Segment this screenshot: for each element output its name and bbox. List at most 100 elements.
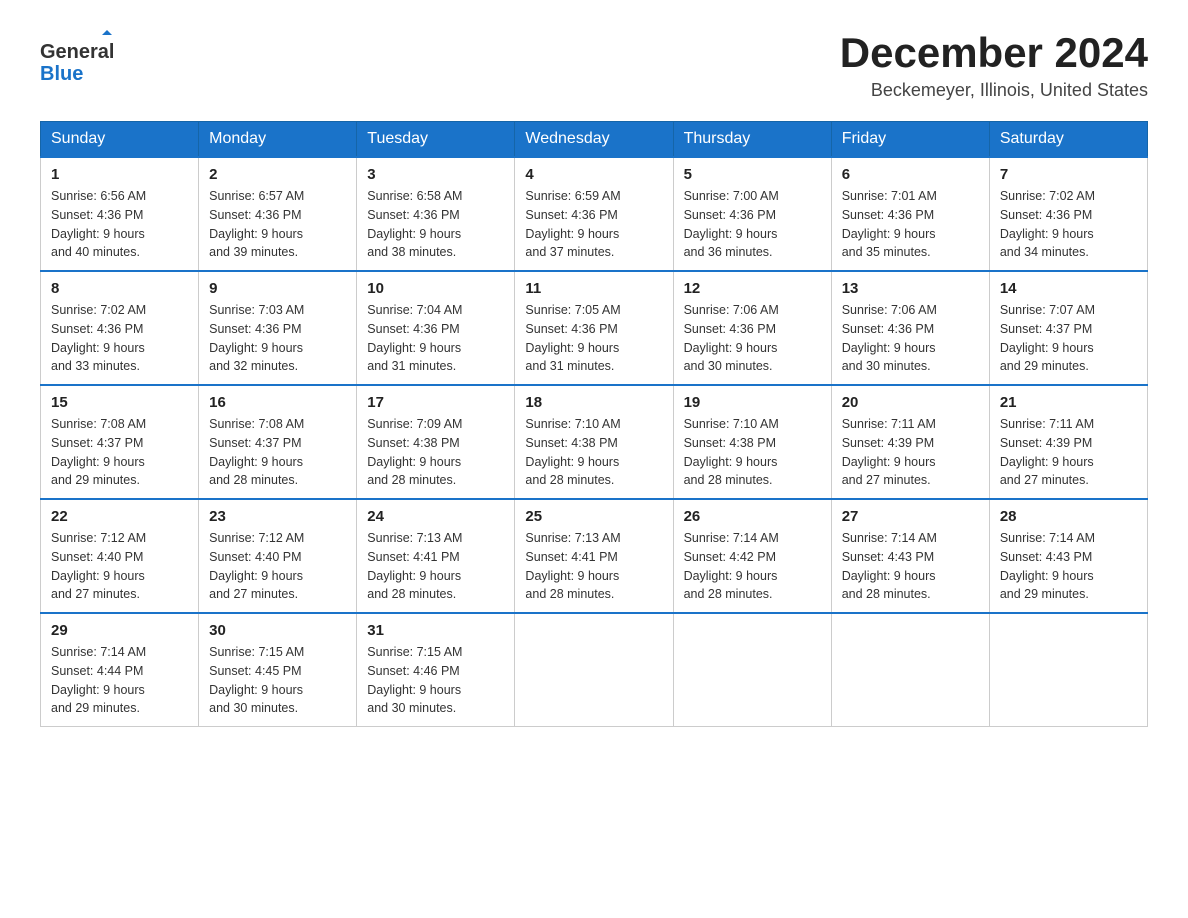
day-number: 31 xyxy=(367,622,504,639)
calendar-day-cell: 20Sunrise: 7:11 AMSunset: 4:39 PMDayligh… xyxy=(831,385,989,499)
day-number: 6 xyxy=(842,166,979,183)
calendar-week-row: 8Sunrise: 7:02 AMSunset: 4:36 PMDaylight… xyxy=(41,271,1148,385)
day-number: 20 xyxy=(842,394,979,411)
calendar-week-row: 29 Sunrise: 7:14 AMSunset: 4:44 PMDayligh… xyxy=(41,613,1148,727)
day-info: Sunrise: 7:02 AMSunset: 4:36 PMDaylight:… xyxy=(1000,187,1137,262)
calendar-day-cell: 19Sunrise: 7:10 AMSunset: 4:38 PMDayligh… xyxy=(673,385,831,499)
day-number: 22 xyxy=(51,508,188,525)
day-number: 11 xyxy=(525,280,662,297)
day-info: Sunrise: 7:08 AMSunset: 4:37 PMDaylight:… xyxy=(209,415,346,490)
location: Beckemeyer, Illinois, United States xyxy=(840,80,1148,101)
day-number: 14 xyxy=(1000,280,1137,297)
day-info: Sunrise: 7:00 AMSunset: 4:36 PMDaylight:… xyxy=(684,187,821,262)
day-number: 24 xyxy=(367,508,504,525)
day-number: 9 xyxy=(209,280,346,297)
calendar-day-cell xyxy=(515,613,673,727)
day-number: 28 xyxy=(1000,508,1137,525)
day-info: Sunrise: 7:06 AMSunset: 4:36 PMDaylight:… xyxy=(842,301,979,376)
day-number: 19 xyxy=(684,394,821,411)
calendar-day-cell: 15 Sunrise: 7:08 AMSunset: 4:37 PMDayligh… xyxy=(41,385,199,499)
calendar-day-cell: 10 Sunrise: 7:04 AMSunset: 4:36 PMDayligh… xyxy=(357,271,515,385)
day-number: 29 xyxy=(51,622,188,639)
calendar-day-cell: 18Sunrise: 7:10 AMSunset: 4:38 PMDayligh… xyxy=(515,385,673,499)
day-info: Sunrise: 7:10 AMSunset: 4:38 PMDaylight:… xyxy=(525,415,662,490)
calendar-day-cell: 1Sunrise: 6:56 AMSunset: 4:36 PMDaylight… xyxy=(41,157,199,271)
calendar-day-cell: 16 Sunrise: 7:08 AMSunset: 4:37 PMDayligh… xyxy=(199,385,357,499)
weekday-header: Saturday xyxy=(989,122,1147,158)
day-info: Sunrise: 7:04 AMSunset: 4:36 PMDaylight:… xyxy=(367,301,504,376)
day-info: Sunrise: 7:09 AMSunset: 4:38 PMDaylight:… xyxy=(367,415,504,490)
title-area: December 2024 Beckemeyer, Illinois, Unit… xyxy=(840,30,1148,101)
day-number: 5 xyxy=(684,166,821,183)
day-info: Sunrise: 7:15 AMSunset: 4:46 PMDaylight:… xyxy=(367,643,504,718)
calendar-day-cell: 11 Sunrise: 7:05 AMSunset: 4:36 PMDayligh… xyxy=(515,271,673,385)
day-info: Sunrise: 7:15 AMSunset: 4:45 PMDaylight:… xyxy=(209,643,346,718)
day-number: 7 xyxy=(1000,166,1137,183)
calendar-day-cell: 5 Sunrise: 7:00 AMSunset: 4:36 PMDaylight… xyxy=(673,157,831,271)
day-info: Sunrise: 7:01 AMSunset: 4:36 PMDaylight:… xyxy=(842,187,979,262)
calendar-day-cell: 27 Sunrise: 7:14 AMSunset: 4:43 PMDayligh… xyxy=(831,499,989,613)
day-info: Sunrise: 7:14 AMSunset: 4:42 PMDaylight:… xyxy=(684,529,821,604)
weekday-header: Friday xyxy=(831,122,989,158)
day-info: Sunrise: 7:05 AMSunset: 4:36 PMDaylight:… xyxy=(525,301,662,376)
calendar-day-cell: 9 Sunrise: 7:03 AMSunset: 4:36 PMDaylight… xyxy=(199,271,357,385)
calendar-day-cell: 3 Sunrise: 6:58 AMSunset: 4:36 PMDaylight… xyxy=(357,157,515,271)
weekday-header: Tuesday xyxy=(357,122,515,158)
day-info: Sunrise: 6:58 AMSunset: 4:36 PMDaylight:… xyxy=(367,187,504,262)
month-title: December 2024 xyxy=(840,30,1148,76)
svg-text:General: General xyxy=(40,41,114,63)
calendar-week-row: 15 Sunrise: 7:08 AMSunset: 4:37 PMDayligh… xyxy=(41,385,1148,499)
day-number: 26 xyxy=(684,508,821,525)
day-number: 13 xyxy=(842,280,979,297)
calendar-day-cell: 4Sunrise: 6:59 AMSunset: 4:36 PMDaylight… xyxy=(515,157,673,271)
day-info: Sunrise: 7:11 AMSunset: 4:39 PMDaylight:… xyxy=(1000,415,1137,490)
calendar-day-cell: 8Sunrise: 7:02 AMSunset: 4:36 PMDaylight… xyxy=(41,271,199,385)
calendar-day-cell: 2 Sunrise: 6:57 AMSunset: 4:36 PMDaylight… xyxy=(199,157,357,271)
calendar-week-row: 22 Sunrise: 7:12 AMSunset: 4:40 PMDayligh… xyxy=(41,499,1148,613)
page-header: General Blue December 2024 Beckemeyer, I… xyxy=(40,30,1148,101)
calendar-day-cell: 13 Sunrise: 7:06 AMSunset: 4:36 PMDayligh… xyxy=(831,271,989,385)
day-info: Sunrise: 7:13 AMSunset: 4:41 PMDaylight:… xyxy=(525,529,662,604)
logo: General Blue xyxy=(40,30,120,90)
svg-text:Blue: Blue xyxy=(40,63,83,85)
calendar-day-cell: 12Sunrise: 7:06 AMSunset: 4:36 PMDayligh… xyxy=(673,271,831,385)
calendar-table: SundayMondayTuesdayWednesdayThursdayFrid… xyxy=(40,121,1148,727)
calendar-day-cell: 31 Sunrise: 7:15 AMSunset: 4:46 PMDayligh… xyxy=(357,613,515,727)
day-info: Sunrise: 7:12 AMSunset: 4:40 PMDaylight:… xyxy=(209,529,346,604)
day-number: 17 xyxy=(367,394,504,411)
day-number: 27 xyxy=(842,508,979,525)
day-info: Sunrise: 7:03 AMSunset: 4:36 PMDaylight:… xyxy=(209,301,346,376)
day-info: Sunrise: 7:14 AMSunset: 4:43 PMDaylight:… xyxy=(842,529,979,604)
calendar-day-cell: 7 Sunrise: 7:02 AMSunset: 4:36 PMDaylight… xyxy=(989,157,1147,271)
day-number: 10 xyxy=(367,280,504,297)
day-number: 12 xyxy=(684,280,821,297)
day-info: Sunrise: 7:14 AMSunset: 4:43 PMDaylight:… xyxy=(1000,529,1137,604)
weekday-header: Monday xyxy=(199,122,357,158)
weekday-header: Thursday xyxy=(673,122,831,158)
calendar-day-cell: 24 Sunrise: 7:13 AMSunset: 4:41 PMDayligh… xyxy=(357,499,515,613)
day-info: Sunrise: 7:13 AMSunset: 4:41 PMDaylight:… xyxy=(367,529,504,604)
day-info: Sunrise: 6:56 AMSunset: 4:36 PMDaylight:… xyxy=(51,187,188,262)
day-info: Sunrise: 7:14 AMSunset: 4:44 PMDaylight:… xyxy=(51,643,188,718)
day-number: 21 xyxy=(1000,394,1137,411)
calendar-day-cell: 22 Sunrise: 7:12 AMSunset: 4:40 PMDayligh… xyxy=(41,499,199,613)
day-number: 4 xyxy=(525,166,662,183)
day-number: 2 xyxy=(209,166,346,183)
day-number: 3 xyxy=(367,166,504,183)
day-info: Sunrise: 7:07 AMSunset: 4:37 PMDaylight:… xyxy=(1000,301,1137,376)
calendar-day-cell: 17 Sunrise: 7:09 AMSunset: 4:38 PMDayligh… xyxy=(357,385,515,499)
calendar-day-cell xyxy=(989,613,1147,727)
calendar-day-cell: 25Sunrise: 7:13 AMSunset: 4:41 PMDayligh… xyxy=(515,499,673,613)
logo-svg: General Blue xyxy=(40,30,120,90)
day-number: 15 xyxy=(51,394,188,411)
calendar-day-cell: 14 Sunrise: 7:07 AMSunset: 4:37 PMDayligh… xyxy=(989,271,1147,385)
day-info: Sunrise: 7:12 AMSunset: 4:40 PMDaylight:… xyxy=(51,529,188,604)
calendar-day-cell: 26 Sunrise: 7:14 AMSunset: 4:42 PMDayligh… xyxy=(673,499,831,613)
day-number: 30 xyxy=(209,622,346,639)
day-number: 16 xyxy=(209,394,346,411)
day-info: Sunrise: 7:08 AMSunset: 4:37 PMDaylight:… xyxy=(51,415,188,490)
weekday-header: Wednesday xyxy=(515,122,673,158)
day-info: Sunrise: 7:02 AMSunset: 4:36 PMDaylight:… xyxy=(51,301,188,376)
day-number: 23 xyxy=(209,508,346,525)
day-info: Sunrise: 6:57 AMSunset: 4:36 PMDaylight:… xyxy=(209,187,346,262)
